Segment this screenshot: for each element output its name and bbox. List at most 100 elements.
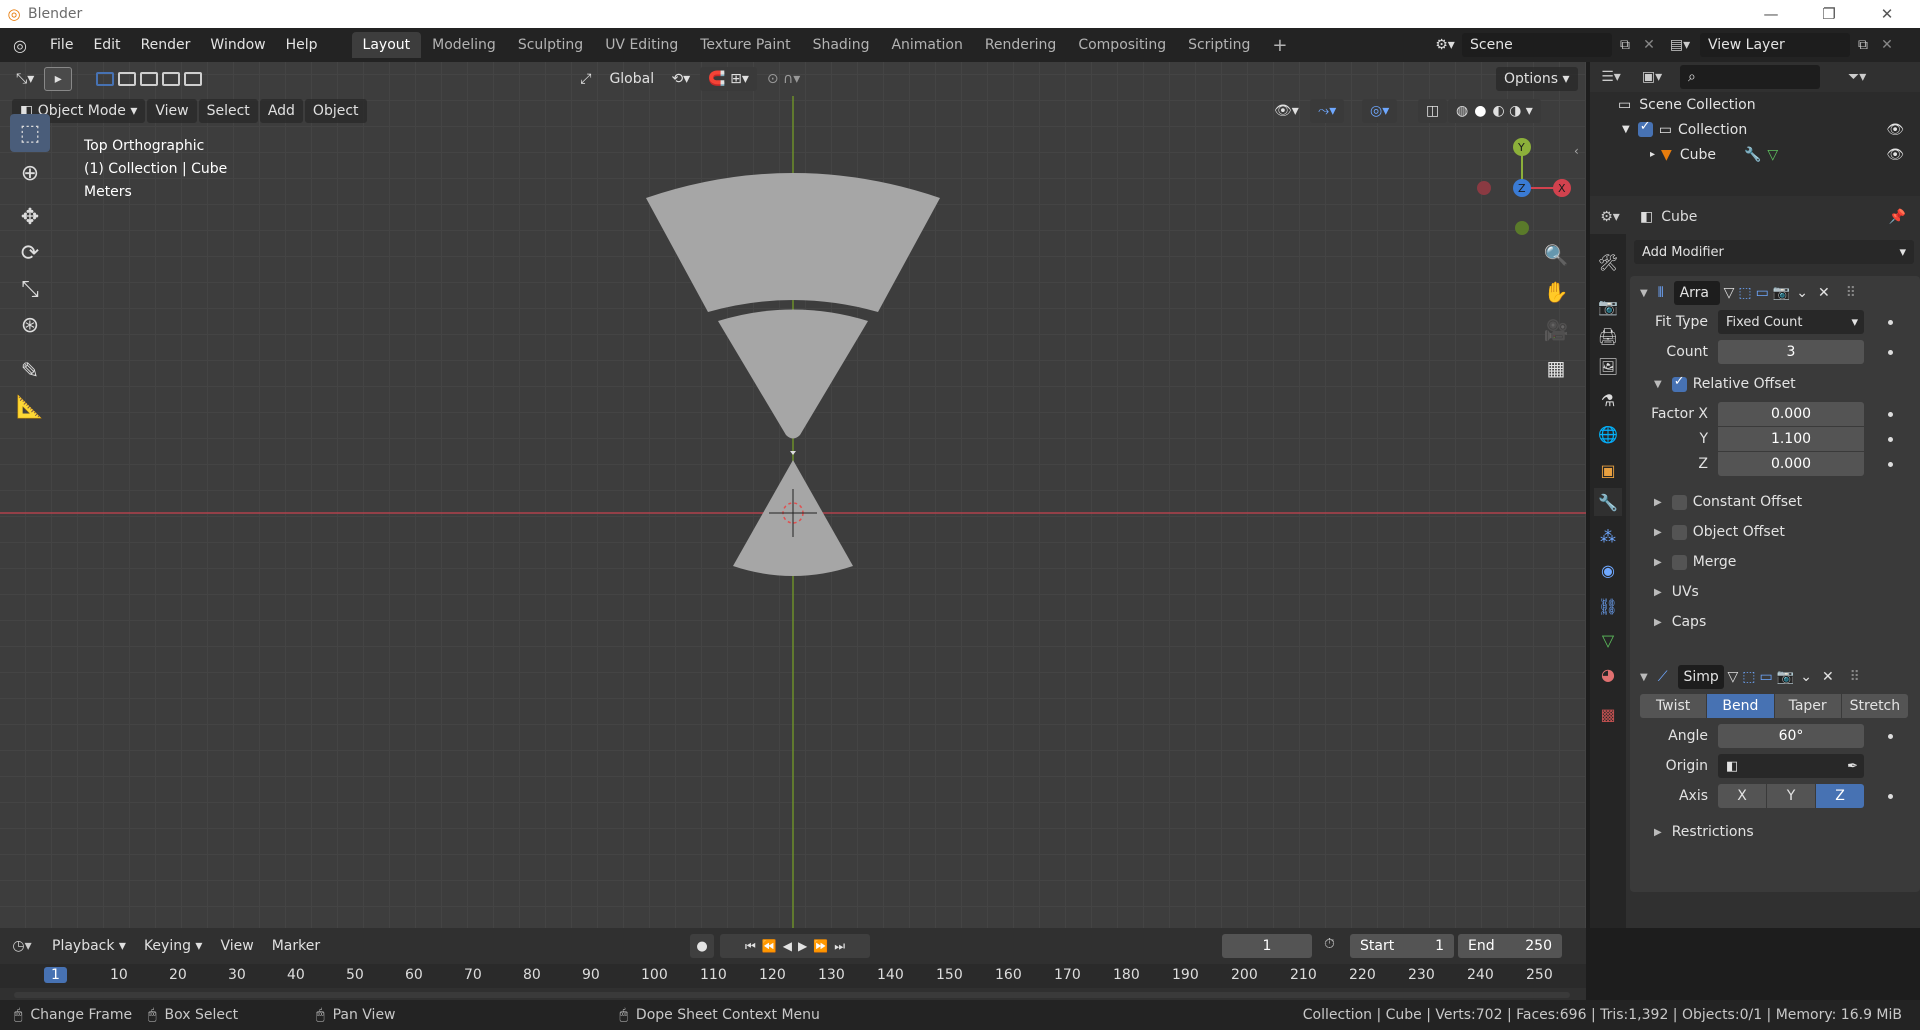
transform-orientation-icon[interactable]: ⤢ <box>572 67 599 91</box>
array-collapse-icon[interactable]: ▼ <box>1640 288 1648 299</box>
axis-z[interactable]: Z <box>1816 784 1864 808</box>
collection-eye-icon[interactable]: 👁 <box>1886 122 1904 138</box>
constant-offset-checkbox[interactable] <box>1671 494 1687 510</box>
timeline-editor-icon[interactable]: ◷▾ <box>0 938 44 954</box>
object-tab-icon[interactable]: ▣ <box>1594 456 1622 484</box>
new-view-layer-icon[interactable]: ⧉ <box>1850 37 1876 53</box>
tab-animation[interactable]: Animation <box>880 32 973 58</box>
move-tool-icon[interactable]: ✥ <box>10 198 50 236</box>
editor-type-icon[interactable]: ⤡▾ <box>8 67 42 91</box>
cursor-tool-icon[interactable]: ⊕ <box>10 154 50 192</box>
camera-icon[interactable]: 🎥 <box>1540 314 1572 346</box>
sidebar-toggle-icon[interactable]: ‹ <box>1574 144 1579 158</box>
render-tab-icon[interactable]: 📷 <box>1594 292 1622 320</box>
menu-timeline-view[interactable]: View <box>212 934 261 958</box>
factor-x-field[interactable]: 0.000 <box>1718 402 1864 426</box>
rotate-tool-icon[interactable]: ⟳ <box>10 234 50 272</box>
mode-twist[interactable]: Twist <box>1640 694 1708 718</box>
restrictions-subpanel[interactable]: ▶ Restrictions <box>1654 824 1754 840</box>
caps-subpanel[interactable]: ▶ Caps <box>1654 614 1706 630</box>
delete-view-layer-icon[interactable]: ✕ <box>1876 37 1898 53</box>
sd-edit-mode-toggle-icon[interactable]: ▽ <box>1728 669 1739 685</box>
object-offset-checkbox[interactable] <box>1671 524 1687 540</box>
restore-icon[interactable]: ❐ <box>1806 0 1852 28</box>
factor-z-keyframe-dot[interactable] <box>1888 462 1893 467</box>
tab-compositing[interactable]: Compositing <box>1067 32 1177 58</box>
play-icon[interactable]: ▶ <box>798 939 807 953</box>
blender-menu-icon[interactable]: ◎ <box>0 36 40 55</box>
add-workspace-icon[interactable]: + <box>1261 32 1298 58</box>
mesh-data-icon[interactable]: ▽ <box>1767 147 1778 163</box>
data-tab-icon[interactable]: ▽ <box>1594 626 1622 654</box>
ortho-grid-icon[interactable]: ▦ <box>1540 352 1572 384</box>
output-tab-icon[interactable]: 🖨 <box>1594 322 1622 350</box>
object-offset-expand-icon[interactable]: ▶ <box>1654 527 1662 538</box>
start-frame-field[interactable]: Start 1 <box>1350 934 1454 958</box>
collapse-arrow-icon[interactable]: ▸ <box>1650 149 1655 160</box>
merge-subpanel[interactable]: ▶ Merge <box>1654 554 1736 570</box>
array-remove-icon[interactable]: ✕ <box>1818 285 1830 301</box>
selection-mode-icons[interactable] <box>88 67 210 91</box>
playback-controls[interactable]: ⏮ ⏪ ◀ ▶ ⏩ ⏭ <box>720 934 870 958</box>
constraints-tab-icon[interactable]: ⛓ <box>1594 592 1622 620</box>
view-layer-field[interactable]: View Layer <box>1700 33 1850 57</box>
pan-hand-icon[interactable]: ✋ <box>1540 276 1572 308</box>
mode-stretch[interactable]: Stretch <box>1841 694 1908 718</box>
material-tab-icon[interactable]: ◕ <box>1594 660 1622 688</box>
tab-shading[interactable]: Shading <box>802 32 881 58</box>
proportional-edit-icon[interactable]: ⊙ ∩▾ <box>759 67 808 91</box>
object-offset-subpanel[interactable]: ▶ Object Offset <box>1654 524 1785 540</box>
constant-offset-expand-icon[interactable]: ▶ <box>1654 497 1662 508</box>
end-frame-field[interactable]: End 250 <box>1458 934 1562 958</box>
sd-viewport-toggle-icon[interactable]: ▭ <box>1760 669 1773 685</box>
edit-mode-toggle-icon[interactable]: ▽ <box>1724 285 1735 301</box>
eyedropper-icon[interactable]: ✒ <box>1847 759 1858 774</box>
transform-tool-icon[interactable]: ⊛ <box>10 306 50 344</box>
select-box-tool-icon[interactable]: ⬚ <box>10 114 50 152</box>
cube-eye-icon[interactable]: 👁 <box>1886 147 1904 163</box>
visibility-icon[interactable]: 👁▾ <box>1266 99 1307 123</box>
outliner-scene-collection[interactable]: ▭ Scene Collection <box>1590 92 1920 117</box>
filter-icon[interactable]: ⏷▾ <box>1848 69 1866 85</box>
fit-type-dropdown[interactable]: Fixed Count ▾ <box>1718 310 1864 334</box>
scene-selector-icon[interactable]: ⚙▾ <box>1428 37 1462 53</box>
relative-offset-expand-icon[interactable]: ▼ <box>1654 379 1662 390</box>
factor-z-field[interactable]: 0.000 <box>1718 452 1864 476</box>
tab-rendering[interactable]: Rendering <box>974 32 1068 58</box>
play-reverse-icon[interactable]: ◀ <box>783 939 792 953</box>
sd-cage-toggle-icon[interactable]: ⬚ <box>1742 669 1755 685</box>
outliner-search[interactable]: ⌕ <box>1680 65 1820 89</box>
tab-sculpting[interactable]: Sculpting <box>507 32 594 58</box>
angle-field[interactable]: 60° <box>1718 724 1864 748</box>
factor-x-keyframe-dot[interactable] <box>1888 412 1893 417</box>
jump-start-icon[interactable]: ⏮ <box>745 939 756 954</box>
particles-tab-icon[interactable]: ⁂ <box>1594 522 1622 550</box>
snap-icon[interactable]: 🧲 ⊞▾ <box>700 67 757 91</box>
current-frame-field[interactable]: 1 <box>1222 934 1312 958</box>
count-field[interactable]: 3 <box>1718 340 1864 364</box>
outliner-type-icon[interactable]: ☰▾ <box>1590 69 1632 85</box>
menu-playback[interactable]: Playback ▾ <box>44 934 134 958</box>
sd-remove-icon[interactable]: ✕ <box>1822 669 1834 685</box>
select-tool-icon[interactable]: ▸ <box>44 67 73 91</box>
menu-select[interactable]: Select <box>198 99 258 123</box>
factor-y-field[interactable]: 1.100 <box>1718 427 1864 451</box>
relative-offset-subpanel[interactable]: ▼ Relative Offset <box>1654 374 1796 393</box>
menu-help[interactable]: Help <box>276 37 328 53</box>
overlays-icon[interactable]: ◎▾ <box>1362 99 1398 123</box>
menu-edit[interactable]: Edit <box>83 37 130 53</box>
record-icon[interactable]: ● <box>690 934 714 958</box>
annotate-tool-icon[interactable]: ✎ <box>10 352 50 390</box>
caps-expand-icon[interactable]: ▶ <box>1654 617 1662 628</box>
axis-x[interactable]: X <box>1718 784 1767 808</box>
pivot-point-icon[interactable]: ⟲▾ <box>663 67 698 91</box>
collection-checkbox[interactable] <box>1637 119 1653 137</box>
viewport-toggle-icon[interactable]: ▭ <box>1756 285 1769 301</box>
angle-keyframe-dot[interactable] <box>1888 734 1893 739</box>
count-keyframe-dot[interactable] <box>1888 350 1893 355</box>
render-toggle-icon[interactable]: 📷 <box>1773 285 1790 301</box>
cage-toggle-icon[interactable]: ⬚ <box>1738 285 1751 301</box>
add-modifier-dropdown[interactable]: Add Modifier ▾ <box>1634 240 1914 264</box>
factor-y-keyframe-dot[interactable] <box>1888 437 1893 442</box>
tab-uv-editing[interactable]: UV Editing <box>594 32 689 58</box>
